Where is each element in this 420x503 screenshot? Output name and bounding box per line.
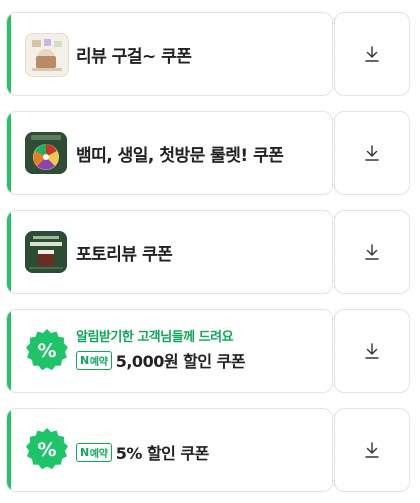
download-button[interactable] [334,309,410,393]
badge-label: 예약 [89,356,108,368]
download-button[interactable] [334,111,410,195]
download-button[interactable] [334,210,410,294]
coupon-thumbnail [25,231,67,273]
percent-badge-icon: % [26,329,68,371]
coupon-item: 포토리뷰 쿠폰 [6,210,410,294]
coupon-thumbnail [25,33,69,77]
divider [334,414,335,486]
coupon-subtitle: 알림받기한 고객님들께 드려요 [76,330,234,345]
coupon-title: 포토리뷰 쿠폰 [76,244,173,265]
coupon-body: % N 예약 5% 할인 쿠폰 [6,408,333,492]
download-icon [365,244,379,260]
coupon-item: 뱀띠, 생일, 첫방문 룰렛! 쿠폰 [6,111,410,195]
coupon-title-row: N 예약 5% 할인 쿠폰 [76,440,209,464]
coupon-body: 뱀띠, 생일, 첫방문 룰렛! 쿠폰 [6,111,333,195]
percent-badge-icon: % [26,428,68,470]
coupon-body: 포토리뷰 쿠폰 [6,210,333,294]
divider [334,18,335,90]
divider [334,315,335,387]
coupon-title-row: N 예약 5,000원 할인 쿠폰 [76,348,246,372]
coupon-item: 리뷰 구걸~ 쿠폰 [6,12,410,96]
coupon-item: % N 예약 5% 할인 쿠폰 [6,408,410,492]
naver-reservation-badge: N 예약 [76,442,112,462]
coupon-thumbnail [25,132,67,174]
download-icon [365,442,379,458]
coupon-title: 5% 할인 쿠폰 [115,444,210,463]
badge-label: 예약 [89,448,108,460]
divider [334,117,335,189]
divider [334,216,335,288]
coupon-title: 뱀띠, 생일, 첫방문 룰렛! 쿠폰 [76,145,284,166]
coupon-title: 5,000원 할인 쿠폰 [115,352,246,371]
coupon-body: % 알림받기한 고객님들께 드려요 N 예약 5,000원 할인 쿠폰 [6,309,333,393]
naver-reservation-badge: N 예약 [76,350,112,370]
svg-text:%: % [37,439,56,461]
download-button[interactable] [334,12,410,96]
svg-text:%: % [37,340,56,362]
coupon-item: % 알림받기한 고객님들께 드려요 N 예약 5,000원 할인 쿠폰 [6,309,410,393]
naver-n-logo: N [80,353,89,367]
download-icon [365,343,379,359]
download-icon [365,46,379,62]
coupon-title: 리뷰 구걸~ 쿠폰 [76,46,192,67]
coupon-body: 리뷰 구걸~ 쿠폰 [6,12,333,96]
download-button[interactable] [334,408,410,492]
naver-n-logo: N [80,445,89,459]
download-icon [365,145,379,161]
